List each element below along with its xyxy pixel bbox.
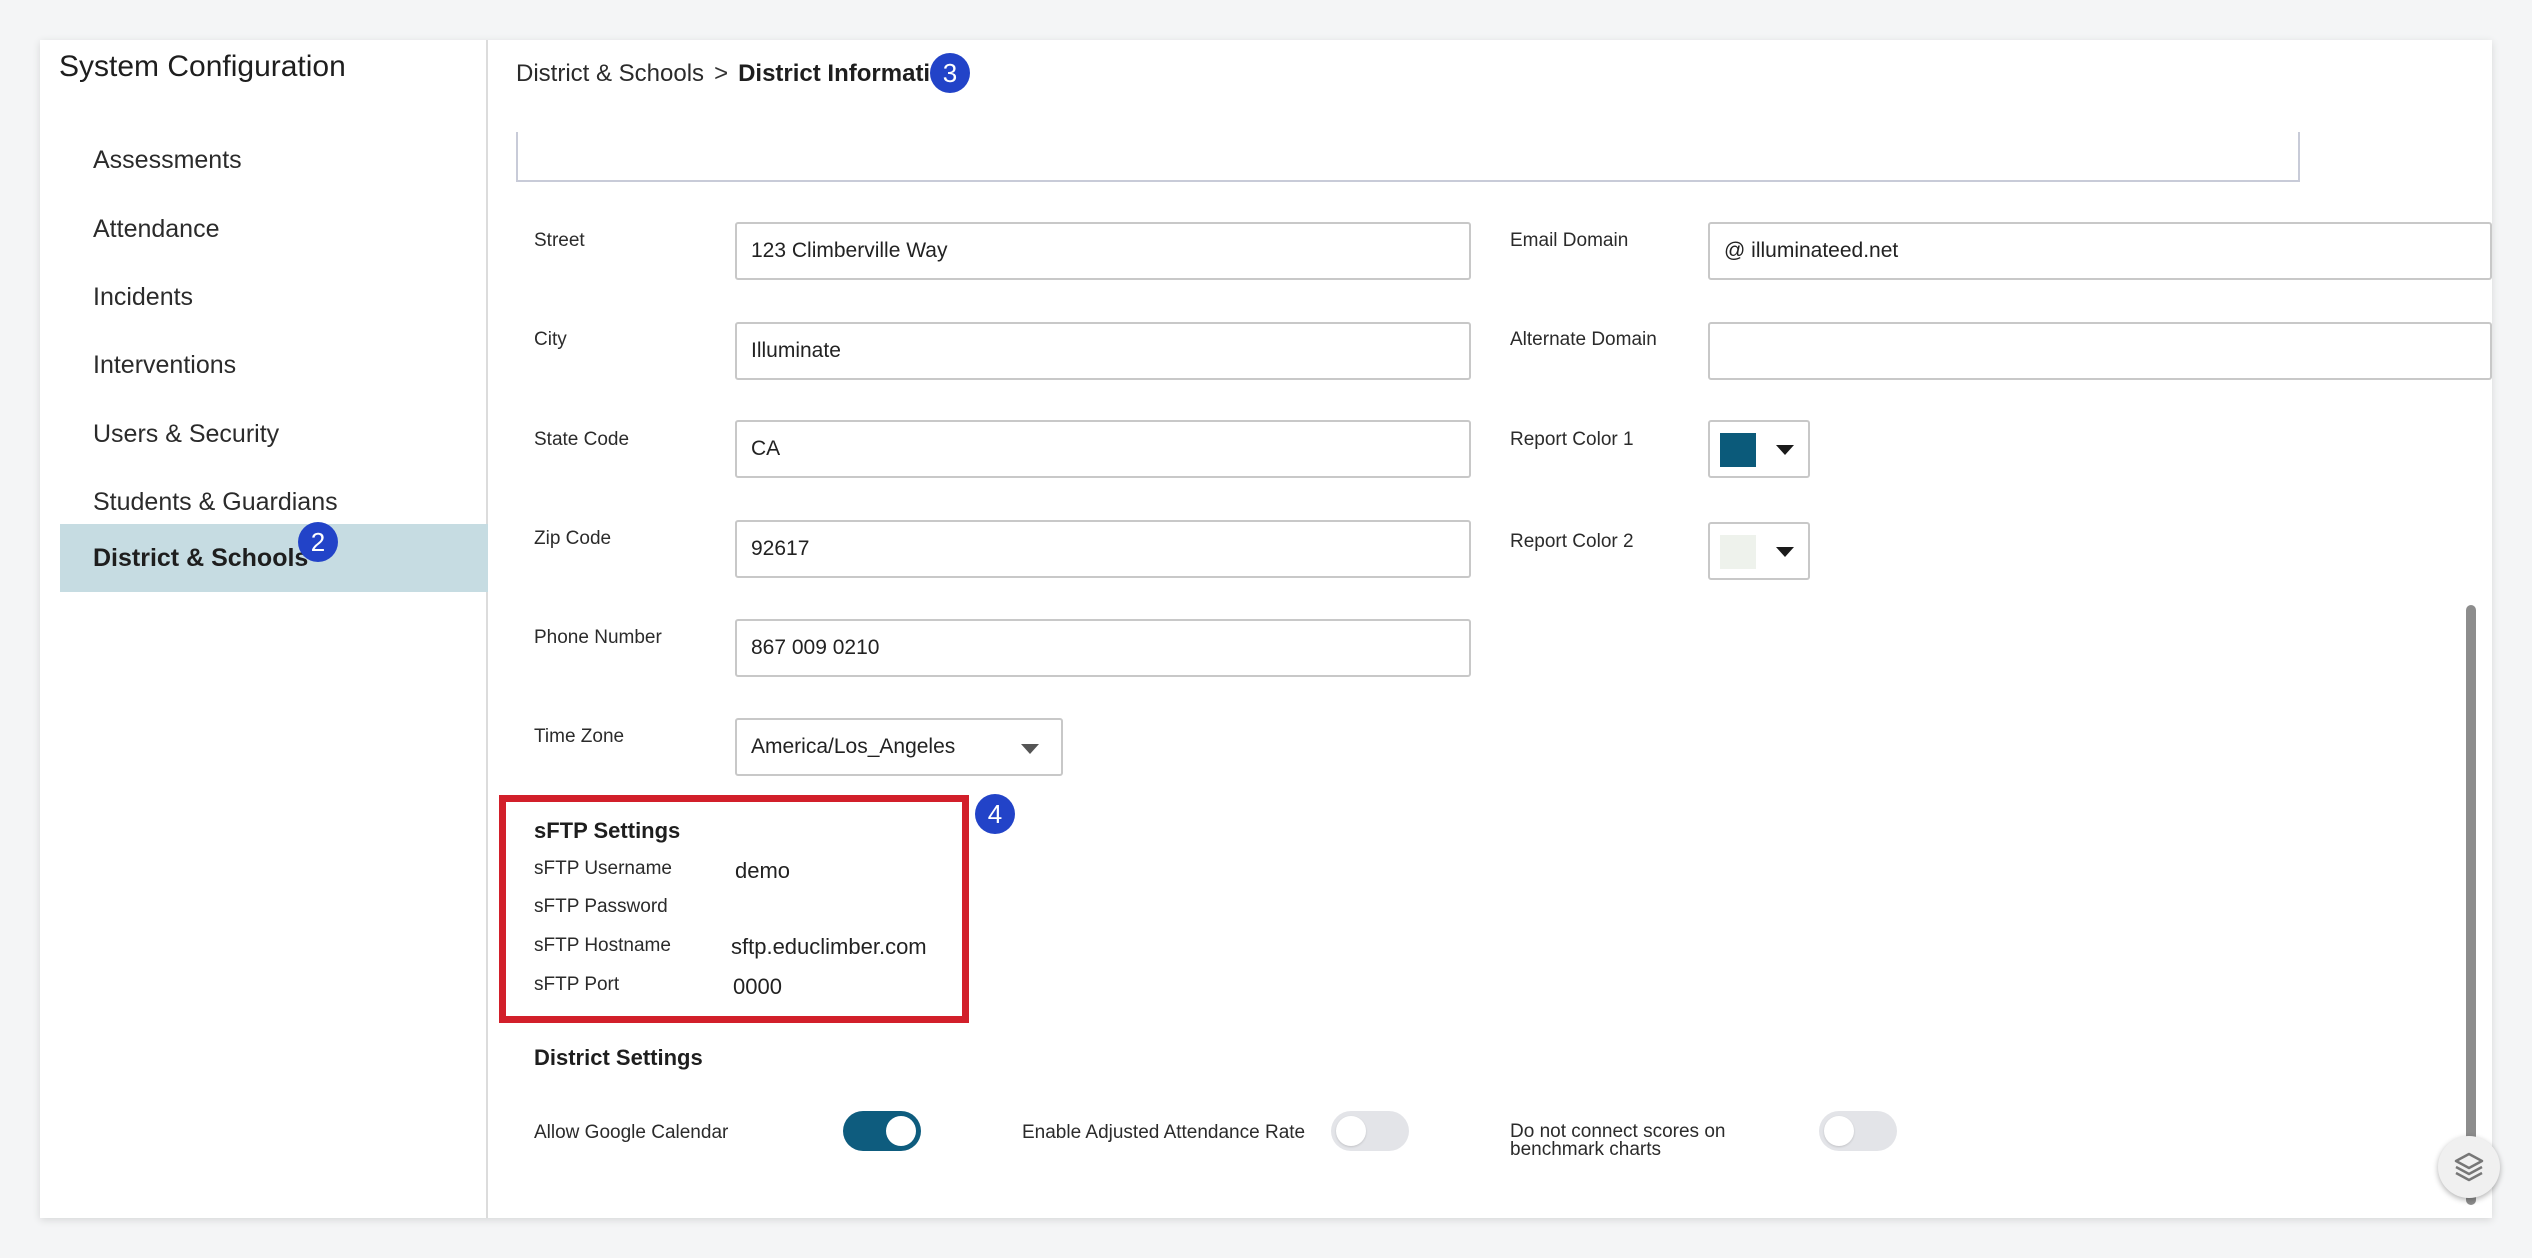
sidebar-item-label: District & Schools — [93, 544, 309, 572]
no-connect-scores-toggle[interactable] — [1819, 1111, 1897, 1151]
toggle-knob — [886, 1116, 916, 1146]
email-domain-label: Email Domain — [1510, 230, 1629, 251]
allow-google-calendar-label: Allow Google Calendar — [534, 1122, 729, 1143]
chevron-down-icon — [1776, 445, 1794, 455]
breadcrumb-parent[interactable]: District & Schools — [516, 60, 704, 88]
time-zone-label: Time Zone — [534, 726, 625, 747]
sidebar-item-incidents[interactable]: Incidents — [60, 263, 488, 331]
sftp-hostname-value: sftp.educlimber.com — [731, 934, 927, 959]
toggle-knob — [1336, 1116, 1366, 1146]
adjusted-attendance-toggle[interactable] — [1331, 1111, 1409, 1151]
no-connect-scores-label: Do not connect scores on benchmark chart… — [1510, 1122, 1725, 1160]
sftp-username-label: sFTP Username — [534, 858, 672, 879]
report-color-1-picker[interactable] — [1708, 420, 1810, 478]
city-label: City — [534, 329, 567, 350]
sidebar: System Configuration Assessments Attenda… — [40, 40, 488, 1218]
sidebar-item-attendance[interactable]: Attendance — [60, 195, 488, 263]
time-zone-value: America/Los_Angeles — [751, 735, 956, 758]
breadcrumb: District & Schools > District Informatio… — [516, 60, 959, 88]
step-badge-3: 3 — [930, 53, 970, 93]
breadcrumb-current: District Information — [738, 60, 960, 87]
street-input[interactable]: 123 Climberville Way — [735, 222, 1471, 280]
state-code-input[interactable]: CA — [735, 420, 1471, 478]
sidebar-item-users-security[interactable]: Users & Security — [60, 400, 488, 468]
phone-number-input[interactable]: 867 009 0210 — [735, 619, 1471, 677]
sftp-settings-title: sFTP Settings — [534, 818, 681, 843]
report-color-2-label: Report Color 2 — [1510, 531, 1634, 552]
sidebar-item-district-schools[interactable]: District & Schools — [60, 524, 488, 592]
step-badge-4: 4 — [975, 794, 1015, 834]
step-badge-2: 2 — [298, 522, 338, 562]
layers-icon — [2454, 1152, 2484, 1182]
chevron-down-icon — [1021, 744, 1039, 754]
sidebar-item-label: Interventions — [93, 351, 237, 379]
phone-number-label: Phone Number — [534, 627, 662, 648]
time-zone-select[interactable]: America/Los_Angeles — [735, 718, 1063, 776]
sidebar-item-label: Students & Guardians — [93, 488, 338, 516]
report-color-1-label: Report Color 1 — [1510, 429, 1634, 450]
allow-google-calendar-toggle[interactable] — [843, 1111, 921, 1151]
color-swatch — [1720, 433, 1756, 467]
alternate-domain-label: Alternate Domain — [1510, 329, 1657, 350]
sidebar-title: System Configuration — [59, 50, 346, 83]
report-color-2-picker[interactable] — [1708, 522, 1810, 580]
sftp-port-value: 0000 — [733, 974, 782, 999]
sidebar-item-interventions[interactable]: Interventions — [60, 331, 488, 399]
alternate-domain-input[interactable] — [1708, 322, 2492, 380]
sidebar-item-label: Assessments — [93, 146, 242, 174]
city-input[interactable]: Illuminate — [735, 322, 1471, 380]
no-connect-scores-label-line2: benchmark charts — [1510, 1139, 1662, 1160]
breadcrumb-separator: > — [714, 60, 729, 87]
sidebar-item-assessments[interactable]: Assessments — [60, 126, 488, 194]
street-label: Street — [534, 230, 585, 251]
sftp-hostname-label: sFTP Hostname — [534, 935, 671, 956]
sidebar-item-label: Incidents — [93, 283, 194, 311]
sftp-username-value: demo — [735, 858, 791, 883]
sidebar-item-label: Users & Security — [93, 420, 280, 448]
sftp-port-label: sFTP Port — [534, 974, 620, 995]
state-code-label: State Code — [534, 429, 630, 450]
vertical-scrollbar[interactable] — [2466, 605, 2476, 1205]
sidebar-item-label: Attendance — [93, 215, 220, 243]
district-settings-title: District Settings — [534, 1045, 703, 1070]
toggle-knob — [1824, 1116, 1854, 1146]
description-textarea[interactable] — [516, 132, 2300, 182]
config-panel: System Configuration Assessments Attenda… — [40, 40, 2500, 1218]
zip-code-label: Zip Code — [534, 528, 612, 549]
sftp-password-label: sFTP Password — [534, 896, 668, 917]
color-swatch — [1720, 535, 1756, 569]
adjusted-attendance-label: Enable Adjusted Attendance Rate — [1022, 1122, 1306, 1143]
zip-code-input[interactable]: 92617 — [735, 520, 1471, 578]
email-domain-input[interactable]: @ illuminateed.net — [1708, 222, 2492, 280]
chevron-down-icon — [1776, 547, 1794, 557]
layers-fab-button[interactable] — [2438, 1136, 2500, 1198]
